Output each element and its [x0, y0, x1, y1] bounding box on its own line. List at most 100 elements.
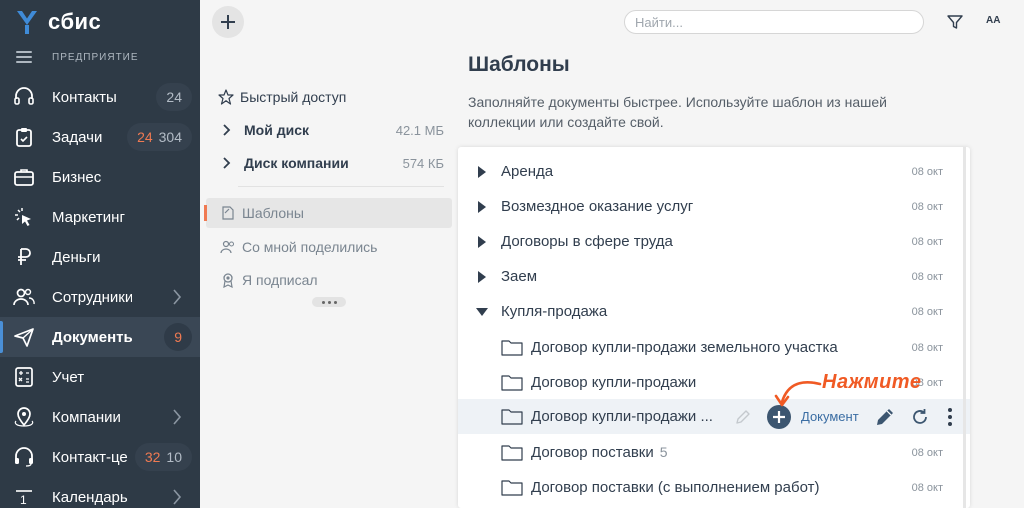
expand-icon[interactable] [478, 165, 486, 178]
signed-by-me-link[interactable]: Я подписал [206, 265, 452, 295]
count-unread: 24 [137, 129, 153, 145]
list-item[interactable]: Купля-продажа 08 окт [458, 294, 970, 329]
chevron-right-icon[interactable] [170, 487, 184, 507]
list-item[interactable]: Аренда 08 окт [458, 154, 970, 189]
expand-icon[interactable] [478, 270, 486, 283]
more-links-button[interactable] [312, 297, 346, 307]
folder-icon [501, 409, 523, 425]
ruble-icon [18, 248, 31, 265]
chevron-right-icon[interactable] [170, 287, 184, 307]
sidebar-item-label: Компании [52, 408, 121, 426]
app-name: сбис [48, 9, 102, 34]
sidebar-item-contact-center[interactable]: Контакт-це 32 10 [0, 437, 200, 477]
count-badge: 9 [164, 323, 192, 351]
count-unread: 9 [174, 329, 182, 345]
sidebar-item-calendar[interactable]: 1 Календарь [0, 477, 200, 508]
org-label: ПРЕДПРИЯТИЕ [52, 51, 139, 63]
list-item[interactable]: Заем 08 окт [458, 259, 970, 294]
sidebar-item-label: Деньги [52, 248, 101, 266]
users-icon [220, 240, 234, 254]
count-badge: 32 10 [134, 443, 192, 471]
sidebar-item-label: Контакты [52, 88, 117, 106]
create-button[interactable] [212, 6, 244, 38]
sidebar-item-label: Сотрудники [52, 288, 132, 306]
folder-label: Мой диск [244, 122, 309, 138]
item-date: 08 окт [911, 165, 943, 178]
list-item[interactable]: Возмездное оказание услуг 08 окт [458, 189, 970, 224]
sidebar-item-money[interactable]: Деньги [0, 237, 200, 277]
quick-access-link[interactable]: Быстрый доступ [218, 85, 346, 109]
folder-company-disk[interactable]: Диск компании 574 КБ [218, 151, 458, 175]
font-size-button[interactable]: AA [986, 12, 1000, 26]
logo-icon [17, 11, 37, 34]
sidebar-item-tasks[interactable]: Задачи 24 304 [0, 117, 200, 157]
scrollbar[interactable] [963, 147, 966, 508]
list-item-hovered[interactable]: Договор купли-продажи ... Документ [458, 399, 970, 434]
item-date: 08 окт [911, 446, 943, 459]
item-label: Возмездное оказание услуг [501, 198, 694, 215]
menu-icon[interactable] [16, 51, 32, 63]
list-item[interactable]: Договор поставки 5 08 окт [458, 435, 970, 470]
item-label-wrap: Договор поставки 5 [531, 444, 668, 461]
app-logo[interactable]: сбис [14, 8, 101, 36]
quick-access-label: Быстрый доступ [240, 89, 347, 105]
refresh-icon[interactable] [910, 407, 930, 427]
main-content: AA Шаблоны Заполняйте документы быстрее.… [458, 0, 1024, 508]
item-date: 08 окт [911, 341, 943, 354]
svg-text:1: 1 [20, 493, 27, 507]
chevron-right-icon[interactable] [222, 124, 232, 136]
folder-icon [501, 480, 523, 496]
hint-label: Нажмите [822, 371, 922, 393]
templates-link[interactable]: Шаблоны [204, 198, 452, 228]
sidebar-item-contacts[interactable]: Контакты 24 [0, 77, 200, 117]
item-date: 08 окт [911, 270, 943, 283]
count: 10 [166, 449, 182, 465]
folder-icon [501, 445, 523, 461]
sidebar-item-label: Задачи [52, 128, 103, 146]
count-unread: 32 [144, 449, 161, 465]
calendar-icon: 1 [16, 490, 32, 507]
sidebar-item-label: Календарь [52, 488, 128, 506]
cursor-click-icon [15, 208, 31, 226]
sidebar-item-documents[interactable]: Документы 9 [0, 317, 200, 357]
item-label: Договор поставки (с выполнением работ) [531, 479, 820, 496]
sidebar-item-label: Маркетинг [52, 208, 125, 226]
templates-list: Аренда 08 окт Возмездное оказание услуг … [458, 147, 970, 508]
sidebar-item-business[interactable]: Бизнес [0, 157, 200, 197]
list-item[interactable]: Договоры в сфере труда 08 окт [458, 224, 970, 259]
more-actions-icon[interactable] [948, 407, 952, 426]
calculator-icon [15, 367, 33, 387]
count-badge: 24 [156, 83, 192, 111]
sidebar-item-companies[interactable]: Компании [0, 397, 200, 437]
edit-icon[interactable] [874, 406, 896, 428]
org-switcher[interactable]: ПРЕДПРИЯТИЕ [16, 50, 139, 64]
shared-with-me-link[interactable]: Со мной поделились [206, 232, 452, 262]
search-input[interactable] [624, 10, 924, 34]
chevron-right-icon[interactable] [170, 407, 184, 427]
expand-icon[interactable] [478, 200, 486, 213]
sidebar-item-employees[interactable]: Сотрудники [0, 277, 200, 317]
collapse-icon[interactable] [476, 307, 488, 316]
item-count: 5 [659, 444, 668, 460]
hint-arrow-icon [774, 381, 822, 407]
list-item[interactable]: Договор купли-продажи земельного участка… [458, 330, 970, 365]
chevron-right-icon[interactable] [222, 157, 232, 169]
sidebar-item-marketing[interactable]: Маркетинг [0, 197, 200, 237]
filter-icon[interactable] [946, 13, 964, 31]
item-label: Заем [501, 268, 538, 285]
list-item[interactable]: Договор поставки (с выполнением работ) 0… [458, 470, 970, 505]
folder-size: 574 КБ [402, 155, 444, 171]
folder-my-disk[interactable]: Мой диск 42.1 МБ [218, 118, 458, 142]
create-document-link[interactable]: Документ [801, 409, 859, 424]
item-date: 08 окт [911, 235, 943, 248]
sidebar-item-accounting[interactable]: Учет [0, 357, 200, 397]
page-description: Заполняйте документы быстрее. Используйт… [468, 94, 887, 130]
map-pin-icon [14, 407, 34, 427]
award-icon [223, 273, 233, 288]
rename-icon[interactable] [734, 408, 752, 426]
page-title: Шаблоны [468, 53, 570, 76]
sidebar: сбис ПРЕДПРИЯТИЕ Контакты 24 Задачи 24 30… [0, 0, 200, 508]
sidebar-item-label: Контакт-це [52, 448, 128, 466]
templates-label: Шаблоны [242, 205, 304, 221]
expand-icon[interactable] [478, 235, 486, 248]
